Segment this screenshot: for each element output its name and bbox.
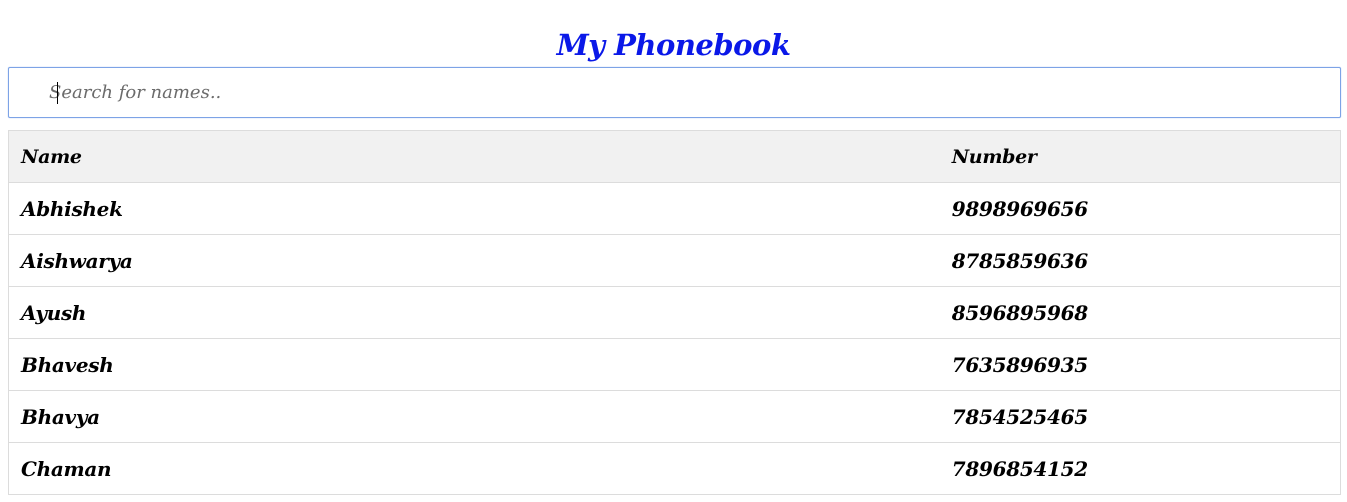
table-row: Aishwarya 8785859636 — [8, 234, 1341, 287]
column-header-number[interactable]: Number — [939, 130, 1341, 183]
table-row: Bhavesh 7635896935 — [8, 338, 1341, 391]
contact-number: 8785859636 — [939, 234, 1341, 287]
contact-number: 7635896935 — [939, 338, 1341, 391]
search-input[interactable] — [49, 68, 1329, 117]
text-cursor — [57, 82, 58, 104]
contact-number: 7896854152 — [939, 442, 1341, 495]
contact-name: Bhavesh — [8, 338, 940, 391]
contact-number: 7854525465 — [939, 390, 1341, 443]
table-row: Abhishek 9898969656 — [8, 182, 1341, 235]
search-box[interactable] — [8, 67, 1341, 118]
contact-name: Ayush — [8, 286, 940, 339]
table-row: Chaman 7896854152 — [8, 442, 1341, 495]
phonebook-table: Name Number Abhishek 9898969656 Aishwary… — [8, 130, 1341, 495]
table-row: Ayush 8596895968 — [8, 286, 1341, 339]
contact-name: Bhavya — [8, 390, 940, 443]
contact-name: Aishwarya — [8, 234, 940, 287]
table-row: Bhavya 7854525465 — [8, 390, 1341, 443]
contact-number: 9898969656 — [939, 182, 1341, 235]
page-title: My Phonebook — [556, 28, 791, 63]
contact-name: Abhishek — [8, 182, 940, 235]
column-header-name[interactable]: Name — [8, 130, 940, 183]
contact-name: Chaman — [8, 442, 940, 495]
contact-number: 8596895968 — [939, 286, 1341, 339]
table-header-row: Name Number — [8, 130, 1341, 183]
